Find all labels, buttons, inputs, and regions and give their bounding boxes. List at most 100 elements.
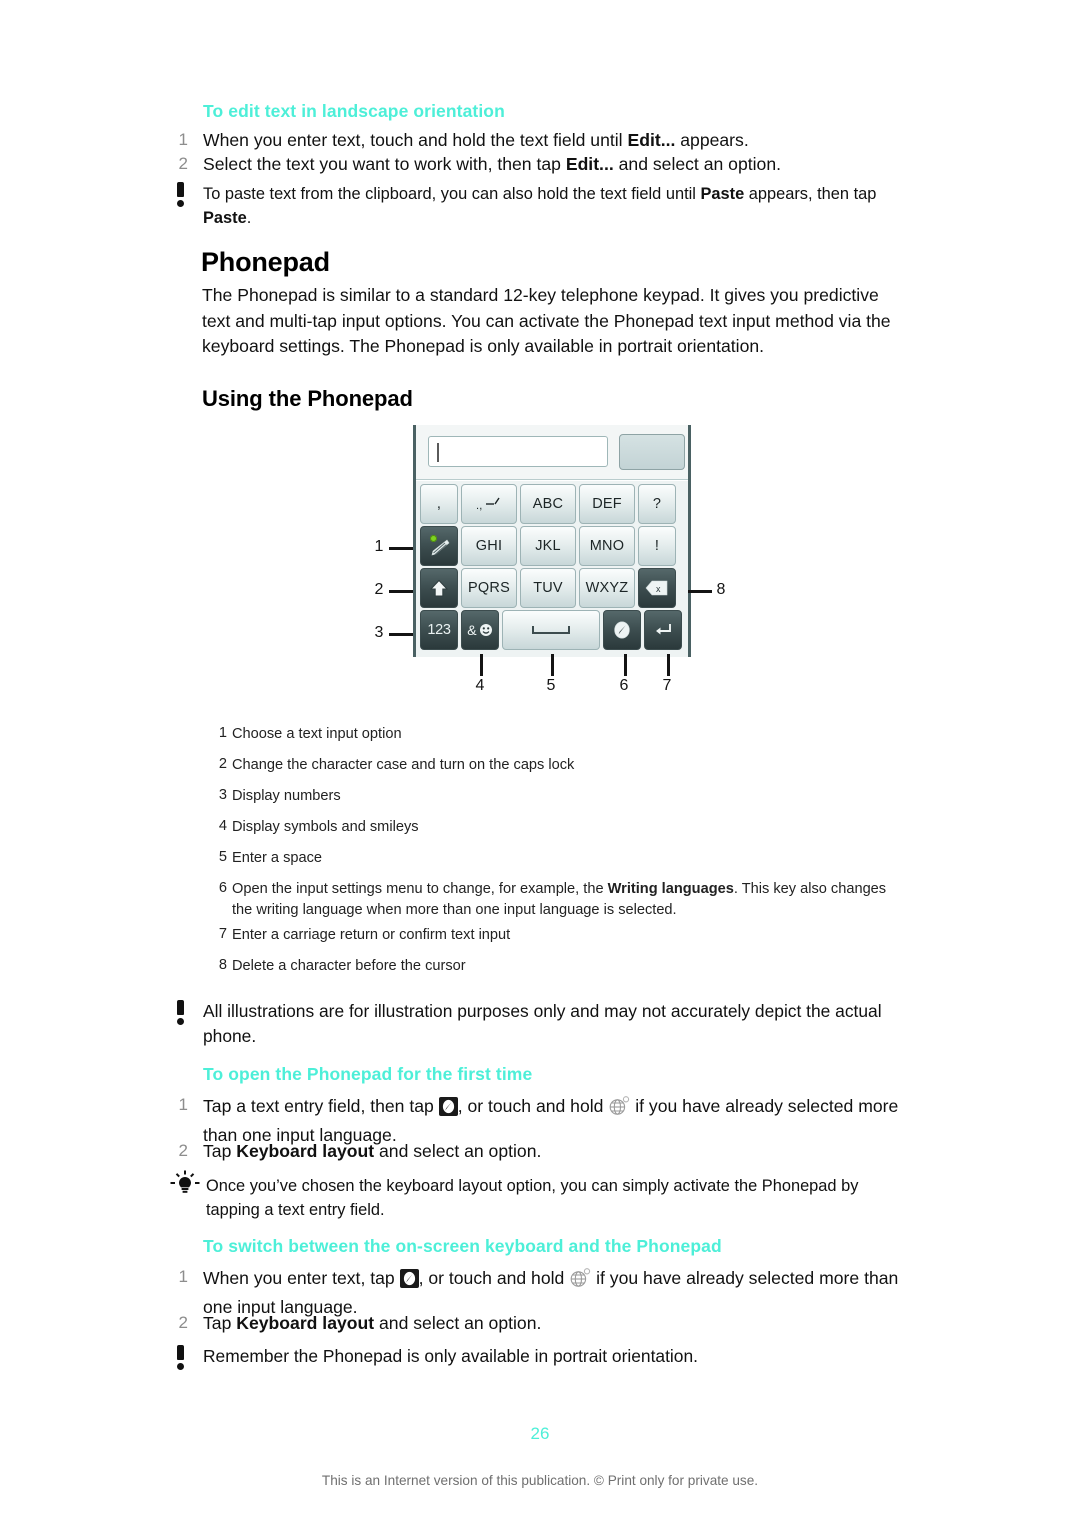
step-text-part: and select an option.	[374, 1313, 542, 1333]
legend-text: Open the input settings menu to change, …	[232, 879, 902, 921]
callout-label-3: 3	[374, 624, 384, 641]
key-label: !	[654, 538, 660, 554]
callout-leader-3	[389, 633, 413, 636]
key-wxyz[interactable]: WXYZ	[579, 568, 635, 608]
keyboard-row: PQRS TUV WXYZ x	[420, 568, 684, 608]
callout-label-5: 5	[546, 677, 556, 694]
step-text-bold: Edit...	[627, 130, 676, 150]
pencil-icon	[427, 535, 451, 556]
key-label: DEF	[592, 496, 622, 512]
note-bold: Paste	[700, 185, 745, 203]
callout-leader-7	[667, 654, 670, 676]
keyboard-row: , ., ABC DEF ?	[420, 484, 684, 524]
key-label: GHI	[475, 538, 503, 554]
step-text-bold: Edit...	[565, 154, 614, 174]
step-text-part: Select the text you want to work with, t…	[203, 154, 566, 174]
legend-number: 6	[218, 880, 227, 896]
key-mno[interactable]: MNO	[579, 526, 635, 566]
legend-text: Enter a carriage return or confirm text …	[232, 927, 511, 943]
heading-switch-keyboard-phonepad: To switch between the on-screen keyboard…	[203, 1236, 722, 1256]
exclamation-dot	[177, 200, 184, 207]
legend-text: Enter a space	[232, 850, 323, 866]
backspace-icon: x	[645, 580, 668, 596]
key-label: ABC	[532, 496, 564, 512]
pencil-glyph	[431, 539, 450, 556]
legend-number: 2	[218, 756, 227, 772]
step-text-part: appears.	[675, 130, 749, 150]
note-portrait-only: Remember the Phonepad is only available …	[203, 1346, 698, 1366]
note-text-part: .	[246, 209, 252, 227]
step-text-part: When you enter text, tap	[203, 1268, 400, 1288]
step-text-part: Tap	[203, 1141, 237, 1161]
key-label: MNO	[589, 538, 625, 554]
key-punctuation[interactable]: .,	[461, 484, 517, 524]
key-label: TUV	[533, 580, 563, 596]
step-text-part: , or touch and hold	[457, 1096, 609, 1116]
exclamation-bar	[177, 182, 184, 197]
key-exclamation[interactable]: !	[638, 526, 676, 566]
space-icon	[532, 626, 570, 634]
key-tuv[interactable]: TUV	[520, 568, 576, 608]
key-abc[interactable]: ABC	[520, 484, 576, 524]
key-numbers[interactable]: 123	[420, 610, 458, 650]
legend-number: 5	[218, 849, 227, 865]
text-cursor	[437, 443, 439, 462]
key-def[interactable]: DEF	[579, 484, 635, 524]
callout-label-7: 7	[662, 677, 672, 694]
key-label: &	[467, 622, 477, 638]
callout-leader-4	[480, 654, 483, 676]
legend-text-part: Open the input settings menu to change, …	[232, 881, 608, 897]
key-comma[interactable]: ,	[420, 484, 458, 524]
legend-number: 8	[218, 957, 227, 973]
legend-number: 3	[218, 787, 227, 803]
page-title-phonepad: Phonepad	[201, 247, 330, 277]
svg-text:x: x	[656, 584, 661, 594]
exclamation-bar	[177, 1000, 184, 1015]
legend-text: Change the character case and turn on th…	[232, 757, 575, 773]
key-enter[interactable]	[644, 610, 682, 650]
globe-icon	[570, 1268, 591, 1287]
settings-pen-icon	[614, 621, 630, 639]
key-pqrs[interactable]: PQRS	[461, 568, 517, 608]
key-label: PQRS	[468, 580, 510, 596]
step-text-bold: Keyboard layout	[236, 1141, 375, 1161]
note-bold: Paste	[203, 209, 247, 227]
key-question[interactable]: ?	[638, 484, 676, 524]
pen-key-icon	[438, 1097, 458, 1116]
key-jkl[interactable]: JKL	[520, 526, 576, 566]
exclamation-bar	[177, 1345, 184, 1360]
phonepad-illustration: , ., ABC DEF ? GHI JKL MNO ! PQRS TUV WX…	[373, 421, 725, 696]
legend-text-bold: Writing languages	[607, 881, 734, 897]
key-symbols-smileys[interactable]: &	[461, 610, 499, 650]
lightbulb-glyph	[170, 1170, 200, 1193]
key-label: WXYZ	[585, 580, 629, 596]
key-input-settings[interactable]	[603, 610, 641, 650]
legend-text: Choose a text input option	[232, 726, 402, 742]
keyboard-row: GHI JKL MNO !	[420, 526, 684, 566]
key-shift[interactable]	[420, 568, 458, 608]
callout-label-2: 2	[374, 581, 384, 598]
key-input-options[interactable]	[420, 526, 458, 566]
key-label: ,	[436, 496, 442, 512]
step-text-part: and select an option.	[613, 154, 781, 174]
note-text-part: To paste text from the clipboard, you ca…	[203, 185, 701, 203]
keyboard-keys-area: , ., ABC DEF ? GHI JKL MNO ! PQRS TUV WX…	[416, 481, 688, 657]
callout-leader-2	[389, 590, 413, 593]
step-text-part: and select an option.	[374, 1141, 542, 1161]
key-ghi[interactable]: GHI	[461, 526, 517, 566]
exclamation-dot	[177, 1363, 184, 1370]
legend-text: Display symbols and smileys	[232, 819, 419, 835]
step-text: Select the text you want to work with, t…	[203, 152, 903, 178]
callout-leader-8	[688, 590, 712, 593]
key-space[interactable]	[502, 610, 600, 650]
exclamation-dot	[177, 1018, 184, 1025]
document-page: To edit text in landscape orientation 1 …	[0, 0, 1080, 1527]
step-text-part: Tap a text entry field, then tap	[203, 1096, 439, 1116]
key-backspace[interactable]: x	[638, 568, 676, 608]
smiley-icon	[479, 624, 492, 636]
step-text: Tap Keyboard layout and select an option…	[203, 1311, 903, 1337]
exclamation-icon	[172, 1000, 190, 1026]
candidate-word-button[interactable]	[619, 434, 685, 470]
page-number: 26	[530, 1424, 550, 1443]
text-entry-field[interactable]	[428, 436, 608, 467]
